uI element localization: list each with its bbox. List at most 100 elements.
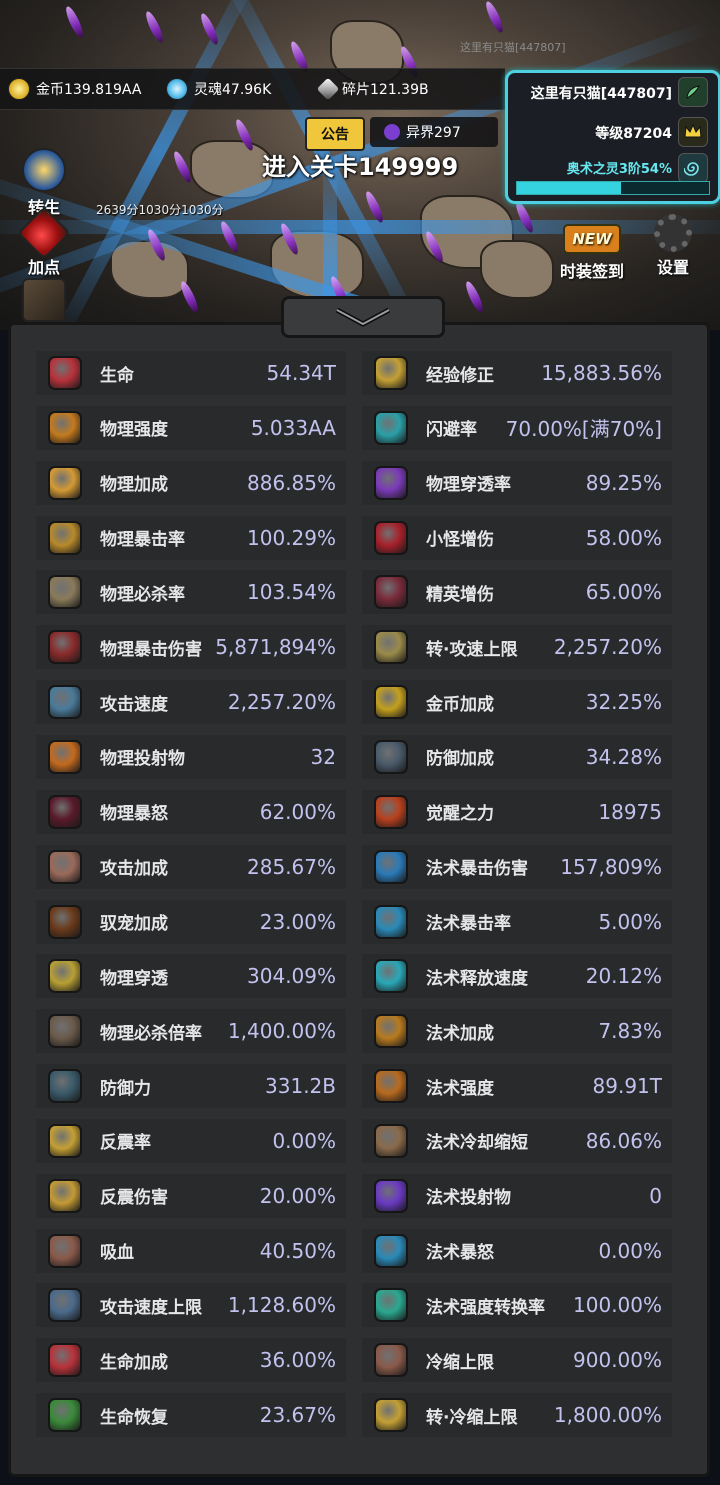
stat-label: 闪避率 xyxy=(426,420,477,441)
stat-value: 18975 xyxy=(598,799,662,824)
rock-terrain xyxy=(480,240,554,299)
stat-label: 生命加成 xyxy=(100,1352,168,1373)
shard-amount: 碎片121.39B xyxy=(342,82,429,98)
pierce-icon xyxy=(48,959,82,994)
stat-value: 89.25% xyxy=(585,470,662,495)
collapse-panel-button[interactable] xyxy=(281,296,445,338)
stat-row: 金币加成 32.25% xyxy=(362,680,672,725)
add-points-button[interactable]: 加点 xyxy=(14,206,74,278)
stat-label: 法术冷却缩短 xyxy=(426,1133,528,1154)
reflect-damage-icon xyxy=(48,1178,82,1213)
stat-label: 物理暴击伤害 xyxy=(100,639,202,660)
spell-rage-icon xyxy=(374,1233,408,1268)
stat-label: 小怪增伤 xyxy=(426,530,494,551)
stat-row: 攻击速度 2,257.20% xyxy=(36,680,346,725)
stat-value: 5.00% xyxy=(598,909,662,934)
stat-row: 闪避率 70.00%[满70%] xyxy=(362,405,672,450)
stat-value: 100.29% xyxy=(247,525,336,550)
blood-drop-icon xyxy=(17,206,71,260)
stat-row: 物理投射物 32 xyxy=(36,734,346,779)
shield-icon xyxy=(48,1069,82,1104)
stat-value: 304.09% xyxy=(247,964,336,989)
gear-icon xyxy=(654,214,692,252)
stat-row: 生命加成 36.00% xyxy=(36,1338,346,1383)
stat-value: 15,883.56% xyxy=(541,361,662,385)
stat-row: 转·攻速上限 2,257.20% xyxy=(362,625,672,670)
stat-label: 转·冷缩上限 xyxy=(426,1407,518,1428)
stat-value: 40.50% xyxy=(259,1238,336,1263)
leaf-emblem-icon[interactable] xyxy=(678,77,708,107)
otherworld-button[interactable]: 异界297 xyxy=(370,117,498,147)
hourglass-icon xyxy=(374,1123,408,1158)
stage-title: 进入关卡149999 xyxy=(262,153,459,181)
equip-button[interactable]: 御器 xyxy=(14,278,74,322)
stat-value: 2,257.20% xyxy=(553,635,662,660)
player-level: 等级87204 xyxy=(595,126,672,142)
stat-label: 法术投射物 xyxy=(426,1188,511,1209)
stat-label: 攻击速度 xyxy=(100,694,168,715)
fashion-signin-button[interactable]: NEW 时装签到 xyxy=(550,224,634,282)
stat-label: 生命恢复 xyxy=(100,1407,168,1428)
arrow-boost-icon xyxy=(48,465,82,500)
stat-value: 157,809% xyxy=(560,854,662,879)
spiral-icon[interactable] xyxy=(678,153,708,183)
stat-value: 70.00%[满70%] xyxy=(505,417,662,442)
soul-amount: 灵魂47.96K xyxy=(194,82,272,98)
stat-label: 法术强度 xyxy=(426,1078,494,1099)
stat-value: 886.85% xyxy=(247,470,336,495)
stat-label: 物理投射物 xyxy=(100,749,185,770)
stat-label: 精英增伤 xyxy=(426,584,494,605)
stat-label: 法术加成 xyxy=(426,1023,494,1044)
stat-row: 法术投射物 0 xyxy=(362,1173,672,1218)
stat-label: 法术释放速度 xyxy=(426,968,528,989)
stat-label: 防御加成 xyxy=(426,749,494,770)
stat-label: 吸血 xyxy=(100,1243,134,1264)
crown-icon[interactable] xyxy=(678,117,708,147)
stat-label: 冷缩上限 xyxy=(426,1352,494,1373)
player-profile-card[interactable]: 这里有只猫[447807] 等级87204 奥术之灵3阶54% xyxy=(505,70,720,204)
settings-button[interactable]: 设置 xyxy=(648,214,698,278)
stat-row: 物理穿透 304.09% xyxy=(36,954,346,999)
stat-row: 驭宠加成 23.00% xyxy=(36,899,346,944)
soul-resource: 灵魂47.96K xyxy=(166,78,271,100)
cooldown-cap-icon xyxy=(374,1343,408,1378)
pierce-rate-icon xyxy=(374,465,408,500)
stat-row: 生命恢复 23.67% xyxy=(36,1393,346,1438)
reflect-rate-icon xyxy=(48,1123,82,1158)
heart-plus-icon xyxy=(48,1343,82,1378)
player-name: 这里有只猫[447807] xyxy=(530,86,672,102)
stat-label: 反震伤害 xyxy=(100,1188,168,1209)
chevron-down-icon xyxy=(335,307,391,327)
heart-icon xyxy=(48,356,82,390)
vampire-skull-icon xyxy=(48,1233,82,1268)
stat-value: 20.00% xyxy=(259,1183,336,1208)
demon-face-icon xyxy=(374,520,408,555)
shard-icon xyxy=(316,77,340,101)
stat-label: 转·攻速上限 xyxy=(426,639,518,660)
stat-row: 物理暴击率 100.29% xyxy=(36,515,346,560)
stat-value: 23.67% xyxy=(259,1403,336,1428)
stat-value: 89.91T xyxy=(592,1074,662,1099)
notice-button[interactable]: 公告 xyxy=(305,117,365,151)
stat-row: 精英增伤 65.00% xyxy=(362,570,672,615)
add-points-label: 加点 xyxy=(27,258,60,277)
stat-row: 攻击加成 285.67% xyxy=(36,844,346,889)
stat-value: 20.12% xyxy=(585,964,662,989)
rebirth-icon xyxy=(22,148,66,192)
gold-coin-icon xyxy=(8,78,30,100)
stat-row: 小怪增伤 58.00% xyxy=(362,515,672,560)
paw-icon xyxy=(48,904,82,939)
purple-shard xyxy=(463,279,486,315)
arrow-power-icon xyxy=(48,410,82,445)
shard-resource: 碎片121.39B xyxy=(316,77,429,101)
stat-value: 900.00% xyxy=(573,1348,662,1373)
stat-value: 285.67% xyxy=(247,854,336,879)
stat-row: 物理暴怒 62.00% xyxy=(36,789,346,834)
stat-row: 生命 54.34T xyxy=(36,351,346,395)
spell-boost-icon xyxy=(374,1014,408,1049)
stat-row: 物理暴击伤害 5,871,894% xyxy=(36,625,346,670)
stat-row: 转·冷缩上限 1,800.00% xyxy=(362,1393,672,1438)
stat-label: 物理必杀倍率 xyxy=(100,1023,202,1044)
stat-label: 法术暴怒 xyxy=(426,1243,494,1264)
stat-value: 0 xyxy=(649,1183,662,1208)
